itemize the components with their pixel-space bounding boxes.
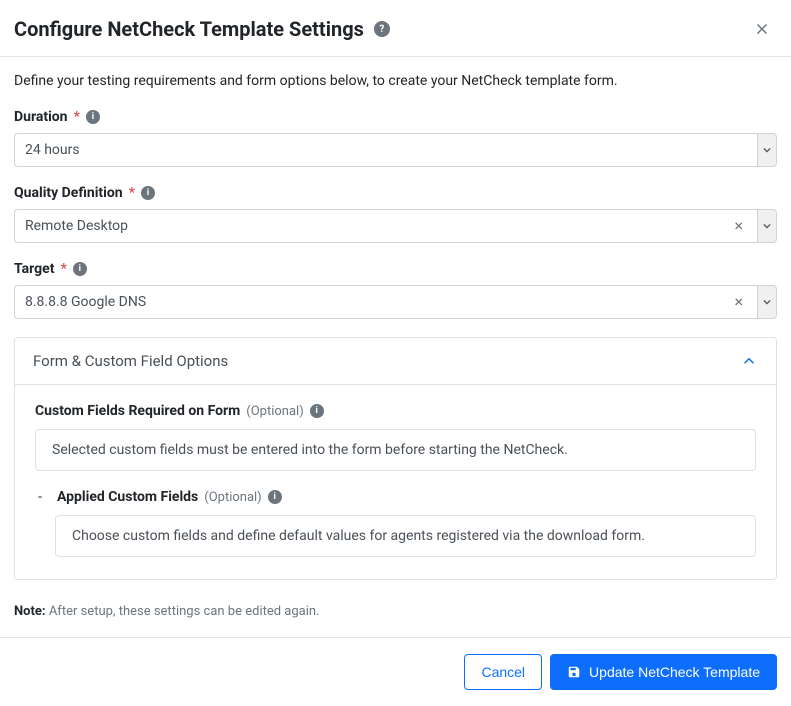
note-text: Note: After setup, these settings can be… <box>14 604 777 619</box>
custom-fields-required-label: Custom Fields Required on Form (Optional… <box>35 403 756 419</box>
dropdown-caret[interactable] <box>757 285 777 319</box>
caret-down-icon <box>763 146 771 154</box>
applied-custom-fields-label: - Applied Custom Fields (Optional) i <box>35 489 756 505</box>
intro-text: Define your testing requirements and for… <box>14 73 777 89</box>
form-options-panel: Form & Custom Field Options Custom Field… <box>14 337 777 580</box>
modal-title: Configure NetCheck Template Settings ? <box>14 17 390 41</box>
panel-header[interactable]: Form & Custom Field Options <box>15 338 776 384</box>
custom-fields-required: Custom Fields Required on Form (Optional… <box>35 403 756 471</box>
help-icon[interactable]: ? <box>374 21 390 37</box>
target-value: 8.8.8.8 Google DNS × <box>14 285 757 319</box>
target-field: Target * i 8.8.8.8 Google DNS × <box>14 261 777 319</box>
quality-label: Quality Definition * i <box>14 185 777 201</box>
save-icon <box>567 665 581 679</box>
info-icon[interactable]: i <box>73 262 87 276</box>
applied-custom-fields: - Applied Custom Fields (Optional) i Cho… <box>35 489 756 557</box>
dropdown-caret[interactable] <box>757 209 777 243</box>
configure-netcheck-modal: Configure NetCheck Template Settings ? D… <box>0 0 791 706</box>
modal-header: Configure NetCheck Template Settings ? <box>0 0 791 57</box>
info-icon[interactable]: i <box>86 110 100 124</box>
info-icon[interactable]: i <box>310 404 324 418</box>
quality-field: Quality Definition * i Remote Desktop × <box>14 185 777 243</box>
close-button[interactable] <box>749 16 775 42</box>
applied-custom-fields-input[interactable]: Choose custom fields and define default … <box>55 515 756 557</box>
chevron-up-icon <box>740 352 758 370</box>
custom-fields-required-input[interactable]: Selected custom fields must be entered i… <box>35 429 756 471</box>
duration-label: Duration * i <box>14 109 777 125</box>
cancel-button[interactable]: Cancel <box>464 654 542 690</box>
target-select[interactable]: 8.8.8.8 Google DNS × <box>14 285 777 319</box>
modal-footer: Cancel Update NetCheck Template <box>0 637 791 706</box>
duration-value: 24 hours <box>14 133 757 167</box>
panel-title: Form & Custom Field Options <box>33 352 228 370</box>
required-marker: * <box>74 109 80 125</box>
close-icon <box>753 20 771 38</box>
quality-select[interactable]: Remote Desktop × <box>14 209 777 243</box>
caret-down-icon <box>763 298 771 306</box>
dropdown-caret[interactable] <box>757 133 777 167</box>
modal-body: Define your testing requirements and for… <box>0 57 791 637</box>
clear-icon[interactable]: × <box>730 294 747 310</box>
target-label: Target * i <box>14 261 777 277</box>
update-template-button[interactable]: Update NetCheck Template <box>550 654 777 690</box>
caret-down-icon <box>763 222 771 230</box>
collapse-toggle-icon[interactable]: - <box>35 489 45 505</box>
panel-body: Custom Fields Required on Form (Optional… <box>15 384 776 579</box>
quality-value: Remote Desktop × <box>14 209 757 243</box>
required-marker: * <box>129 185 135 201</box>
info-icon[interactable]: i <box>141 186 155 200</box>
modal-title-text: Configure NetCheck Template Settings <box>14 17 364 41</box>
info-icon[interactable]: i <box>268 490 282 504</box>
required-marker: * <box>60 261 66 277</box>
clear-icon[interactable]: × <box>730 218 747 234</box>
duration-select[interactable]: 24 hours <box>14 133 777 167</box>
duration-field: Duration * i 24 hours <box>14 109 777 167</box>
